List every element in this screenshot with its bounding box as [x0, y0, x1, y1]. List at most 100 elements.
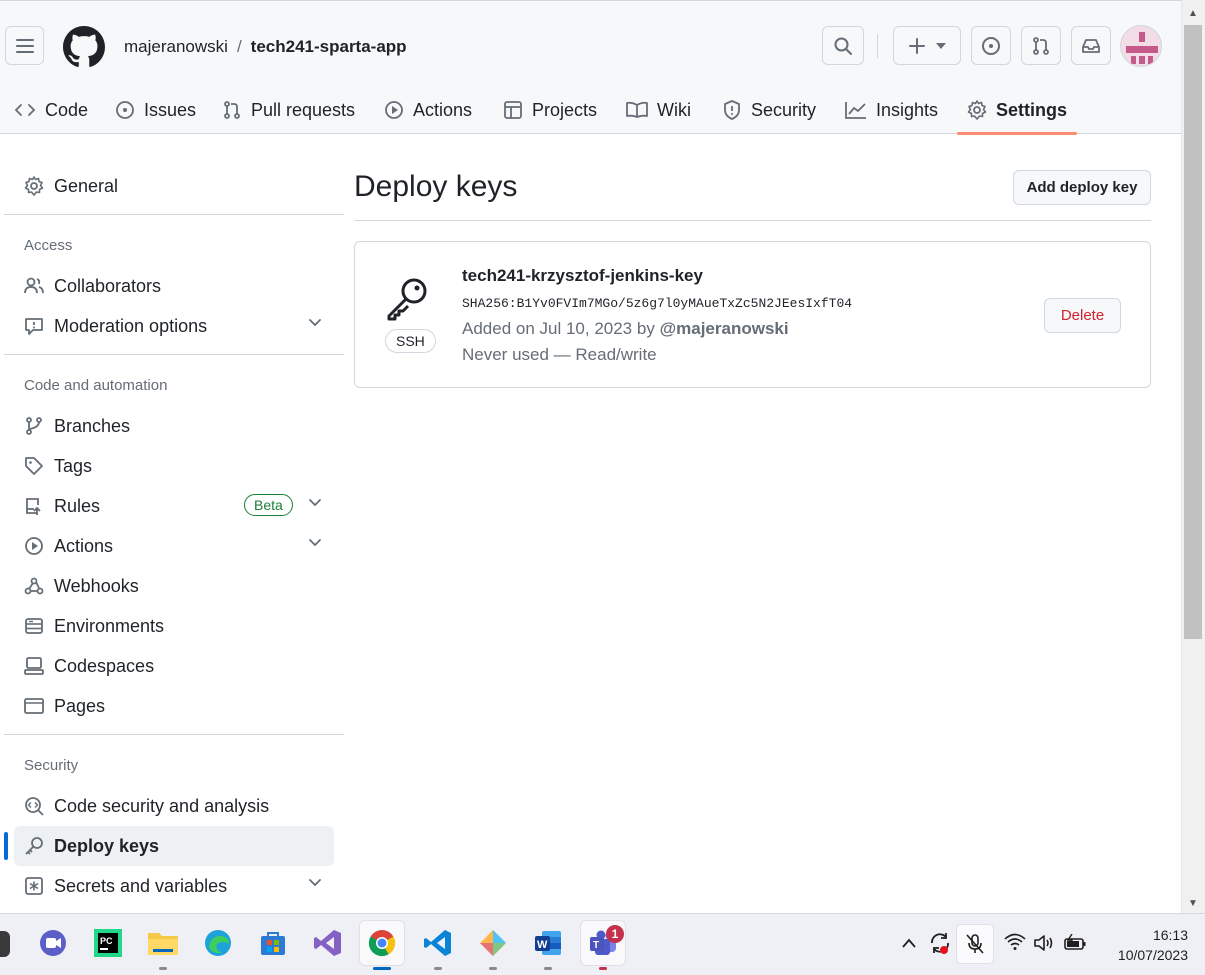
owner-link[interactable]: majeranowski	[124, 37, 228, 56]
sidebar-item-codespaces[interactable]: Codespaces	[14, 646, 334, 686]
tray-volume-icon[interactable]	[1033, 934, 1055, 957]
tray-wifi-icon[interactable]	[1004, 933, 1026, 956]
user-avatar[interactable]	[1120, 25, 1162, 67]
sidebar-item-actions[interactable]: Actions	[14, 526, 334, 566]
breadcrumb: majeranowski / tech241-sparta-app	[124, 37, 407, 57]
add-deploy-key-button[interactable]: Add deploy key	[1013, 170, 1151, 205]
sidebar-item-deploy-keys[interactable]: Deploy keys	[4, 826, 334, 866]
tray-battery-icon[interactable]	[1063, 933, 1087, 957]
issues-button[interactable]	[971, 26, 1011, 65]
sidebar-item-pages[interactable]: Pages	[14, 686, 334, 726]
folder-icon	[148, 933, 178, 955]
play-icon	[385, 101, 403, 119]
store-icon	[261, 932, 285, 955]
sidebar-item-webhooks[interactable]: Webhooks	[14, 566, 334, 606]
sidebar-item-branches[interactable]: Branches	[14, 406, 334, 446]
tray-sync-icon[interactable]	[928, 931, 952, 960]
sidebar-item-tags[interactable]: Tags	[14, 446, 334, 486]
tab-security[interactable]: Security	[722, 85, 816, 135]
system-clock[interactable]: 16:13 10/07/2023	[1100, 925, 1188, 965]
tab-wiki[interactable]: Wiki	[626, 85, 691, 135]
sidebar-item-label: General	[54, 175, 119, 196]
sidebar-item-secrets[interactable]: Secrets and variables	[14, 866, 334, 906]
tab-issues[interactable]: Issues	[115, 85, 196, 135]
codespaces-icon	[24, 657, 44, 675]
sync-icon	[931, 933, 949, 954]
key-fingerprint: SHA256:B1Yv0FVIm7MGo/5z6g7l0yMAueTxZc5N2…	[462, 296, 853, 311]
taskbar-git-icon[interactable]	[476, 926, 510, 960]
tab-actions[interactable]: Actions	[384, 85, 472, 135]
sidebar-item-code-security[interactable]: Code security and analysis	[14, 786, 334, 826]
tab-insights[interactable]: Insights	[845, 85, 938, 135]
sidebar-item-label: Pages	[54, 695, 106, 716]
video-call-icon	[40, 930, 66, 956]
tab-projects[interactable]: Projects	[503, 85, 597, 135]
tag-icon	[25, 457, 43, 475]
sidebar-item-label: Actions	[54, 535, 114, 556]
notification-badge: 1	[606, 925, 624, 943]
repo-push-icon	[26, 498, 41, 515]
search-button[interactable]	[822, 26, 864, 65]
taskbar-indicator	[489, 967, 497, 970]
app-icon-partial[interactable]	[0, 931, 10, 957]
tray-microphone-muted-icon[interactable]	[956, 924, 994, 964]
key-added-by-link[interactable]: @majeranowski	[660, 319, 789, 338]
page-scrollbar[interactable]: ▲ ▼	[1181, 0, 1205, 913]
sidebar-item-environments[interactable]: Environments	[14, 606, 334, 646]
taskbar-explorer-icon[interactable]	[146, 926, 180, 960]
report-icon	[25, 318, 43, 335]
taskbar-pycharm-icon[interactable]: PC	[91, 926, 125, 960]
identicon-icon	[1126, 32, 1158, 64]
windows-taskbar: PC W T 1 16:13 10/07/2023	[0, 913, 1205, 975]
pull-request-icon	[224, 101, 240, 119]
pull-requests-button[interactable]	[1021, 26, 1061, 65]
tab-code[interactable]: Code	[14, 85, 88, 135]
taskbar-chrome-icon[interactable]	[359, 920, 405, 966]
sidebar-item-label: Branches	[54, 415, 131, 436]
word-icon: W	[535, 931, 561, 955]
sidebar-item-label: Environments	[54, 615, 165, 636]
taskbar-visual-studio-icon[interactable]	[311, 926, 345, 960]
tab-label: Wiki	[657, 99, 691, 120]
chevron-down-icon[interactable]	[308, 538, 322, 548]
menu-button[interactable]	[5, 26, 44, 65]
sidebar-item-rules[interactable]: Rules Beta	[14, 486, 334, 526]
sidebar-item-collaborators[interactable]: Collaborators	[14, 266, 334, 306]
taskbar-edge-icon[interactable]	[201, 926, 235, 960]
sidebar-item-moderation[interactable]: Moderation options	[14, 306, 334, 346]
repo-header: majeranowski / tech241-sparta-app Code Iss…	[0, 0, 1181, 135]
taskbar-word-icon[interactable]: W	[531, 926, 565, 960]
webhook-icon	[24, 577, 44, 595]
sidebar-item-general[interactable]: General	[14, 166, 334, 206]
github-logo-icon[interactable]	[63, 26, 105, 68]
repo-link[interactable]: tech241-sparta-app	[251, 37, 407, 56]
tray-overflow-icon[interactable]	[901, 934, 917, 954]
chevron-down-icon[interactable]	[308, 878, 322, 888]
delete-key-button[interactable]: Delete	[1044, 298, 1121, 333]
issue-icon	[116, 101, 134, 119]
inbox-button[interactable]	[1071, 26, 1111, 65]
tab-pull-requests[interactable]: Pull requests	[222, 85, 355, 135]
scroll-up-icon[interactable]: ▲	[1188, 8, 1198, 19]
taskbar-meet-icon[interactable]	[36, 926, 70, 960]
taskbar-indicator	[599, 967, 607, 970]
breadcrumb-separator: /	[236, 37, 242, 56]
sidebar-heading-access: Access	[24, 237, 73, 254]
title-divider	[354, 220, 1151, 221]
scroll-down-icon[interactable]: ▼	[1188, 898, 1198, 909]
sidebar-heading-code-automation: Code and automation	[24, 377, 168, 394]
chevron-down-icon[interactable]	[308, 318, 322, 328]
branch-icon	[26, 417, 42, 435]
scrollbar-thumb[interactable]	[1184, 25, 1202, 639]
create-new-button[interactable]	[893, 26, 961, 65]
tab-label: Actions	[413, 99, 473, 120]
clock-date: 10/07/2023	[1117, 947, 1188, 963]
battery-charging-icon	[1064, 933, 1086, 950]
chevron-down-icon[interactable]	[308, 498, 322, 508]
taskbar-store-icon[interactable]	[256, 926, 290, 960]
taskbar-vscode-icon[interactable]	[421, 926, 455, 960]
svg-text:T: T	[593, 940, 599, 951]
sidebar-item-label: Collaborators	[54, 275, 162, 296]
tab-settings[interactable]: Settings	[956, 85, 1078, 135]
taskbar-teams-icon[interactable]: T 1	[580, 920, 626, 966]
